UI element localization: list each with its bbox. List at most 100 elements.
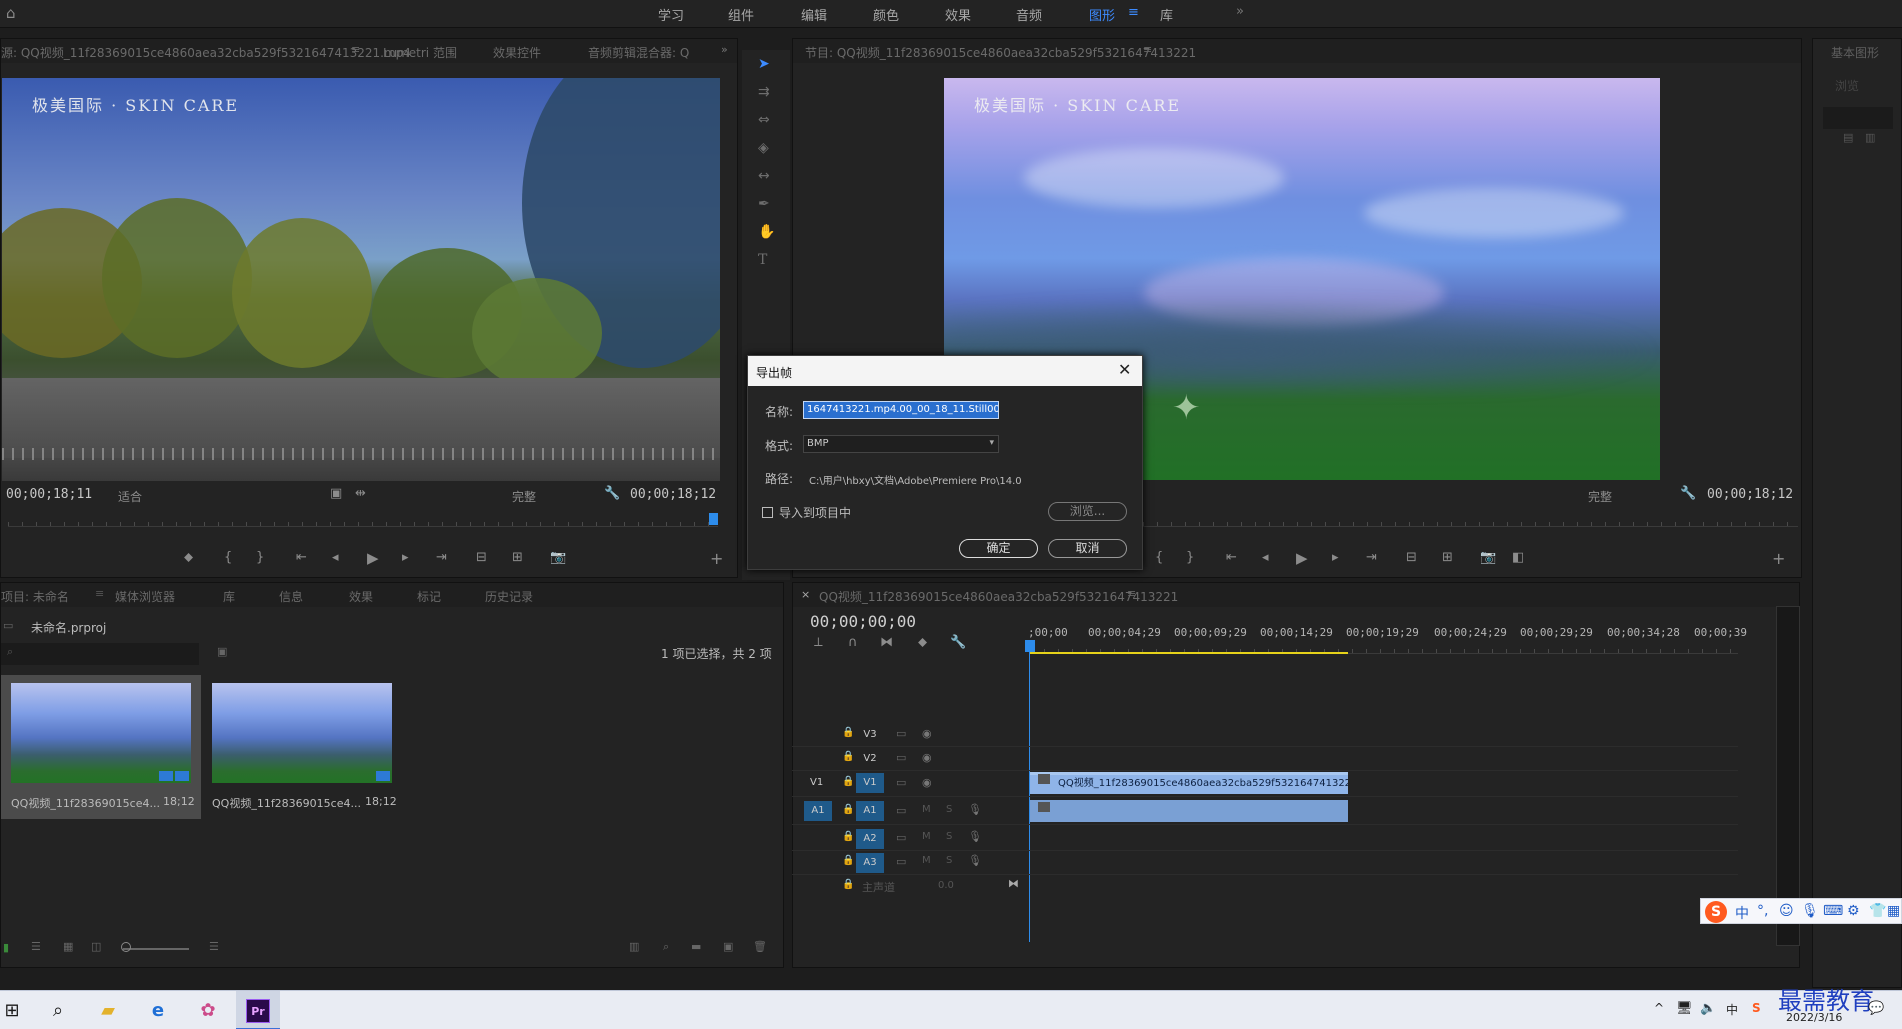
- format-select[interactable]: BMP ▾: [803, 435, 999, 453]
- tray-chevron-icon[interactable]: ^: [1654, 1001, 1664, 1015]
- tray-ime-icon[interactable]: 中: [1726, 1001, 1738, 1018]
- close-icon[interactable]: ✕: [1118, 360, 1131, 379]
- freeform-view-icon[interactable]: ◫: [91, 940, 101, 953]
- punctuation-icon[interactable]: °,: [1757, 903, 1768, 919]
- mute-icon[interactable]: M: [922, 855, 931, 866]
- mark-out-icon[interactable]: }: [256, 550, 264, 565]
- program-step-back-icon[interactable]: ◂: [1262, 550, 1269, 565]
- ok-button[interactable]: 确定: [959, 539, 1038, 558]
- workspace-editing[interactable]: 编辑: [801, 5, 827, 24]
- close-sequence-icon[interactable]: ×: [801, 588, 810, 601]
- sync-lock-icon[interactable]: ▭: [896, 855, 906, 868]
- menu-grid-icon[interactable]: ▦: [1887, 903, 1900, 919]
- mic-icon[interactable]: 🎙: [968, 830, 982, 843]
- premiere-pro-icon[interactable]: Pr: [246, 999, 270, 1023]
- list-view-icon[interactable]: ☰: [31, 940, 41, 953]
- skin-icon[interactable]: 👕: [1869, 903, 1886, 919]
- drag-audio-icon[interactable]: ⇹: [355, 486, 366, 501]
- workspace-effects[interactable]: 效果: [945, 5, 971, 24]
- go-to-end-icon[interactable]: ⧓: [1008, 877, 1019, 890]
- program-settings-icon[interactable]: 🔧: [1680, 486, 1696, 501]
- go-to-in-icon[interactable]: ⇤: [296, 550, 307, 565]
- program-play-icon[interactable]: ▶: [1296, 549, 1308, 567]
- source-time-ruler[interactable]: [8, 517, 718, 527]
- mic-icon[interactable]: 🎙: [968, 854, 982, 867]
- tab-program[interactable]: 节目: QQ视频_11f28369015ce4860aea32cba529f53…: [805, 44, 1196, 61]
- program-mark-in-icon[interactable]: {: [1155, 550, 1163, 565]
- tab-info[interactable]: 信息: [279, 588, 303, 605]
- linked-selection-icon[interactable]: ⧓: [880, 635, 893, 650]
- new-bin-icon[interactable]: ▣: [217, 645, 227, 658]
- graphics-add-icon[interactable]: ▥: [1865, 131, 1875, 144]
- track-label[interactable]: V2: [856, 749, 884, 769]
- source-quality-select[interactable]: 完整: [512, 488, 536, 505]
- tab-project[interactable]: 项目: 未命名: [1, 588, 69, 605]
- program-quality-select[interactable]: 完整: [1588, 488, 1612, 505]
- graphics-folder-icon[interactable]: ▤: [1843, 131, 1853, 144]
- ime-mode[interactable]: 中: [1735, 903, 1749, 923]
- lock-track-icon[interactable]: 🔒: [842, 776, 854, 787]
- source-playhead[interactable]: [709, 513, 718, 525]
- project-item-thumb[interactable]: [11, 683, 191, 783]
- step-forward-icon[interactable]: ▸: [402, 550, 409, 565]
- zoom-slider-handle[interactable]: [121, 942, 131, 952]
- timeline-timecode[interactable]: 00;00;00;00: [810, 612, 916, 631]
- emoji-icon[interactable]: ☺: [1779, 903, 1794, 919]
- tab-libraries[interactable]: 库: [223, 588, 235, 605]
- source-fit-select[interactable]: 适合: [118, 488, 142, 505]
- program-menu-icon[interactable]: ≡: [1143, 43, 1152, 56]
- sogou-logo-icon[interactable]: S: [1705, 901, 1727, 923]
- ripple-edit-icon[interactable]: ⇔: [758, 112, 770, 128]
- mic-icon[interactable]: 🎙: [968, 803, 982, 816]
- sync-lock-icon[interactable]: ▭: [896, 727, 906, 740]
- sync-lock-icon[interactable]: ▭: [896, 831, 906, 844]
- panel-overflow-icon[interactable]: »: [721, 43, 728, 56]
- compare-view-icon[interactable]: ◧: [1512, 550, 1524, 565]
- track-label[interactable]: A3: [856, 853, 884, 873]
- lock-track-icon[interactable]: 🔒: [842, 855, 854, 866]
- hand-tool-icon[interactable]: ✋: [758, 224, 775, 240]
- tab-history[interactable]: 历史记录: [485, 588, 533, 605]
- workspace-audio[interactable]: 音频: [1016, 5, 1042, 24]
- mark-in-icon[interactable]: {: [224, 550, 232, 565]
- program-go-to-in-icon[interactable]: ⇤: [1226, 550, 1237, 565]
- edge-icon[interactable]: e: [146, 999, 170, 1023]
- work-area-bar[interactable]: [1030, 652, 1348, 654]
- source-patch-a1[interactable]: A1: [804, 801, 832, 821]
- eye-icon[interactable]: ◉: [922, 727, 932, 740]
- video-clip[interactable]: QQ视频_11f28369015ce4860aea32cba529f532164…: [1030, 772, 1348, 794]
- graphics-search-box[interactable]: [1823, 107, 1893, 129]
- master-value[interactable]: 0.0: [938, 880, 954, 891]
- lock-track-icon[interactable]: 🔒: [842, 727, 854, 738]
- tab-lumetri[interactable]: Lumetri 范围: [383, 44, 457, 61]
- workspace-learn[interactable]: 学习: [658, 5, 684, 24]
- razor-tool-icon[interactable]: ◈: [758, 140, 769, 156]
- solo-icon[interactable]: S: [946, 804, 952, 815]
- project-item-thumb[interactable]: [212, 683, 392, 783]
- program-add-button-icon[interactable]: +: [1772, 549, 1785, 568]
- import-checkbox[interactable]: [762, 507, 773, 518]
- solo-icon[interactable]: S: [946, 831, 952, 842]
- sync-lock-icon[interactable]: ▭: [896, 751, 906, 764]
- program-step-forward-icon[interactable]: ▸: [1332, 550, 1339, 565]
- workspace-menu-icon[interactable]: ≡: [1128, 5, 1139, 20]
- file-explorer-icon[interactable]: ▰: [96, 999, 120, 1023]
- automate-icon[interactable]: ▥: [629, 940, 639, 953]
- find-icon[interactable]: ⌕: [663, 940, 669, 954]
- source-settings-icon[interactable]: 🔧: [604, 486, 620, 501]
- overwrite-icon[interactable]: ⊞: [512, 550, 523, 565]
- lock-icon[interactable]: ▮: [3, 941, 9, 954]
- insert-icon[interactable]: ⊟: [476, 550, 487, 565]
- mute-icon[interactable]: M: [922, 804, 931, 815]
- tab-media-browser[interactable]: 媒体浏览器: [115, 588, 175, 605]
- tab-effect-controls[interactable]: 效果控件: [493, 44, 541, 61]
- cancel-button[interactable]: 取消: [1048, 539, 1127, 558]
- lock-track-icon[interactable]: 🔒: [842, 751, 854, 762]
- name-input[interactable]: 1647413221.mp4.00_00_18_11.Still001: [803, 401, 999, 419]
- paint-icon[interactable]: ✿: [196, 999, 220, 1023]
- tab-sequence[interactable]: QQ视频_11f28369015ce4860aea32cba529f532164…: [819, 588, 1178, 605]
- import-label[interactable]: 导入到项目中: [779, 504, 851, 521]
- new-item-icon[interactable]: ▣: [723, 940, 733, 953]
- workspace-assembly[interactable]: 组件: [728, 5, 754, 24]
- sync-lock-icon[interactable]: ▭: [896, 776, 906, 789]
